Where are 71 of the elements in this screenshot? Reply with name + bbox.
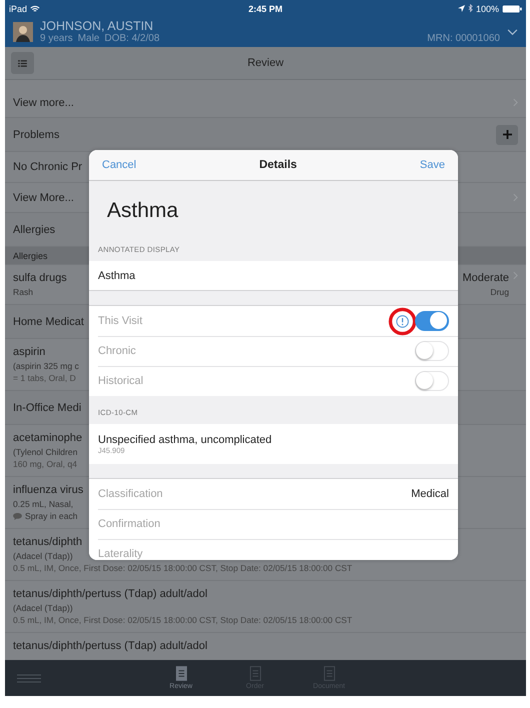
field-label: Laterality bbox=[98, 548, 144, 560]
patient-dob: DOB: 4/2/08 bbox=[104, 33, 160, 44]
location-arrow-icon bbox=[458, 5, 465, 12]
item-title: sulfa drugs bbox=[13, 271, 67, 286]
view-more-link[interactable]: View More... bbox=[13, 192, 74, 204]
toggle-switch[interactable] bbox=[415, 311, 449, 331]
comment-icon bbox=[13, 512, 22, 520]
field-label: Classification bbox=[98, 488, 164, 500]
chevron-down-icon[interactable] bbox=[507, 28, 518, 36]
problem-text: No Chronic Pr bbox=[13, 161, 82, 173]
item-detail: Rash bbox=[13, 286, 34, 298]
item-title: aspirin bbox=[13, 345, 46, 360]
toggle-label: Historical bbox=[98, 375, 144, 387]
field-value: Medical bbox=[411, 488, 449, 500]
document-icon bbox=[324, 666, 334, 681]
chevron-right-icon bbox=[513, 271, 518, 280]
battery-icon bbox=[502, 4, 522, 12]
list-icon bbox=[18, 60, 27, 66]
alert-icon[interactable] bbox=[396, 314, 409, 328]
allergy-type: Drug bbox=[490, 286, 509, 298]
document-icon bbox=[250, 666, 260, 681]
item-detail: = 1 tabs, Oral, D bbox=[13, 372, 76, 384]
toggle-label: This Visit bbox=[98, 315, 144, 327]
toggle-label: Chronic bbox=[98, 345, 137, 357]
document-icon bbox=[176, 666, 186, 681]
section-title: In-Office Medi bbox=[13, 402, 82, 414]
severity-label: Moderate bbox=[462, 271, 509, 286]
bluetooth-icon bbox=[468, 4, 473, 13]
display-name-field[interactable]: Asthma bbox=[98, 270, 136, 282]
chevron-right-icon bbox=[513, 98, 518, 107]
item-title: tetanus/diphth/pertuss (Tdap) adult/adol bbox=[13, 587, 208, 602]
highlight-circle bbox=[388, 306, 417, 336]
item-detail: 0.5 mL, IM, Once, First Dose: 02/05/15 18:00:00 CST, Stop Date: 02/05/15 18:00:00 CST bbox=[13, 614, 352, 626]
section-title: Home Medicat bbox=[13, 316, 84, 328]
group-label: Allergies bbox=[13, 250, 48, 260]
device-name: iPad bbox=[9, 4, 28, 14]
dialog-title: Details bbox=[258, 159, 298, 171]
item-detail: (aspirin 325 mg c bbox=[13, 360, 79, 372]
clock-time: 2:45 PM bbox=[248, 4, 283, 14]
save-button[interactable]: Save bbox=[420, 159, 445, 171]
item-detail: 0.25 mL, Nasal, bbox=[13, 498, 74, 510]
field-label: Confirmation bbox=[98, 518, 162, 530]
item-detail: (Adacel (Tdap)) bbox=[13, 602, 73, 614]
section-title: Problems bbox=[13, 128, 60, 140]
item-detail: 0.5 mL, IM, Once, First Dose: 02/05/15 18:00:00 CST, Stop Date: 02/05/15 18:00:00 CST bbox=[13, 562, 352, 574]
item-detail: (Adacel (Tdap)) bbox=[13, 550, 73, 562]
list-view-button[interactable] bbox=[11, 52, 34, 74]
item-detail: 160 mg, Oral, q4 bbox=[13, 458, 78, 470]
battery-percentage: 100% bbox=[476, 4, 500, 14]
problem-heading: Asthma bbox=[106, 198, 180, 224]
item-note: Spray in each bbox=[25, 510, 78, 522]
menu-icon[interactable] bbox=[17, 674, 41, 682]
item-detail: (Tylenol Children bbox=[13, 446, 78, 458]
add-button[interactable] bbox=[496, 124, 518, 144]
wifi-icon bbox=[30, 4, 40, 12]
cancel-button[interactable]: Cancel bbox=[102, 159, 136, 171]
item-title: tetanus/diphth/pertuss (Tdap) adult/adol bbox=[13, 639, 208, 654]
chevron-right-icon bbox=[513, 193, 518, 202]
view-more-link[interactable]: View more... bbox=[13, 96, 74, 108]
plus-icon bbox=[502, 130, 512, 139]
patient-sex: Male bbox=[78, 33, 100, 44]
screen-title: Review bbox=[246, 57, 285, 69]
patient-name: JOHNSON, AUSTIN bbox=[40, 20, 154, 33]
item-title: tetanus/diphth bbox=[13, 535, 82, 550]
item-title: influenza virus bbox=[13, 483, 84, 498]
item-title: acetaminophe bbox=[13, 431, 82, 446]
avatar-silhouette bbox=[13, 22, 33, 42]
patient-age: 9 years bbox=[40, 33, 73, 44]
diagnosis-name: Unspecified asthma, uncomplicated bbox=[98, 434, 272, 446]
section-title: Allergies bbox=[13, 224, 56, 236]
patient-mrn: MRN: 00001060 bbox=[427, 33, 500, 44]
